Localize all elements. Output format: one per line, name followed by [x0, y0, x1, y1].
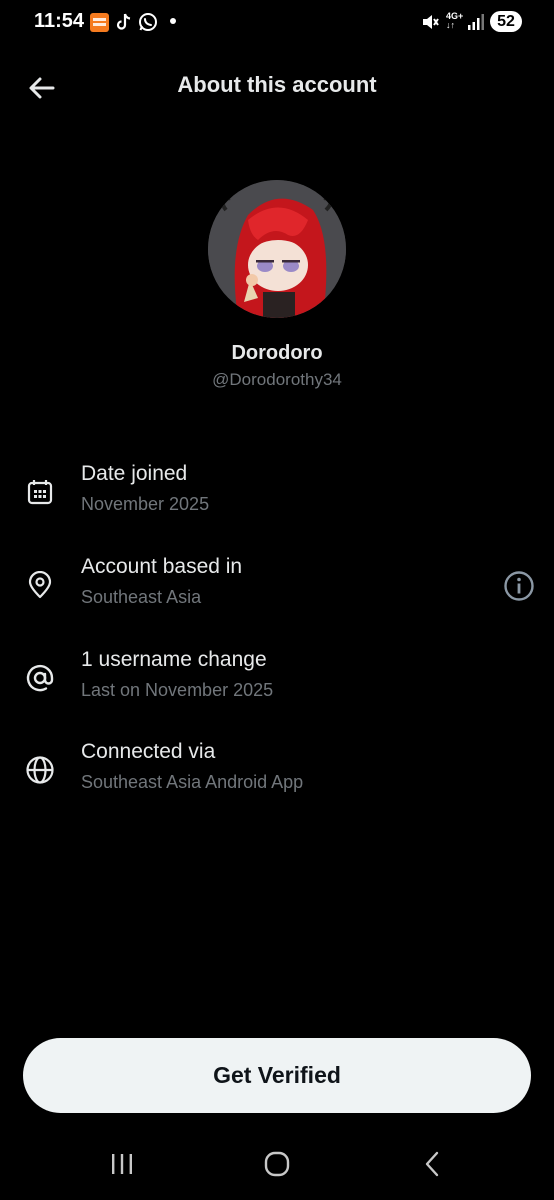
- globe-icon: [24, 754, 56, 786]
- info-title: Date joined: [81, 462, 188, 485]
- info-row-date-joined: Date joined November 2025: [0, 462, 554, 532]
- page-title: About this account: [177, 72, 377, 97]
- avatar[interactable]: [208, 180, 346, 318]
- info-title: 1 username change: [81, 648, 267, 671]
- info-subtitle: Last on November 2025: [81, 680, 274, 700]
- system-nav-bar: [0, 1130, 554, 1200]
- whatsapp-icon: [138, 12, 158, 37]
- network-indicator: 4G+ ↓↑: [446, 11, 464, 30]
- recent-apps-button[interactable]: [102, 1148, 142, 1180]
- info-icon[interactable]: [502, 569, 536, 603]
- get-verified-button[interactable]: Get Verified: [23, 1038, 531, 1113]
- at-sign-icon: [24, 662, 56, 694]
- status-bar: 11:54 4G+ ↓↑ 52: [0, 0, 554, 44]
- info-row-username-change: 1 username change Last on November 2025: [0, 648, 554, 718]
- info-title: Connected via: [81, 740, 216, 763]
- info-title: Account based in: [81, 555, 243, 578]
- mute-icon: [420, 12, 440, 37]
- info-subtitle: Southeast Asia: [81, 587, 202, 607]
- network-label: 4G+: [446, 11, 464, 21]
- location-pin-icon: [24, 569, 56, 601]
- tiktok-icon: [114, 12, 134, 37]
- profile-handle: @Dorodorothy34: [212, 370, 342, 389]
- info-subtitle: Southeast Asia Android App: [81, 772, 304, 792]
- temu-icon: [90, 13, 109, 32]
- recent-apps-icon: [112, 1154, 132, 1174]
- profile-name: Dorodoro: [231, 342, 323, 364]
- info-subtitle: November 2025: [81, 494, 210, 514]
- back-nav-button[interactable]: [412, 1148, 452, 1180]
- chevron-left-icon: [425, 1151, 439, 1177]
- home-button[interactable]: [257, 1148, 297, 1180]
- info-row-connected-via: Connected via Southeast Asia Android App: [0, 740, 554, 810]
- battery-indicator: 52: [490, 11, 522, 32]
- home-icon: [264, 1151, 290, 1177]
- calendar-icon: [24, 476, 56, 508]
- dot-icon: [170, 18, 176, 24]
- signal-icon: [467, 13, 485, 36]
- info-row-account-based-in: Account based in Southeast Asia: [0, 555, 554, 625]
- status-time: 11:54: [34, 10, 85, 32]
